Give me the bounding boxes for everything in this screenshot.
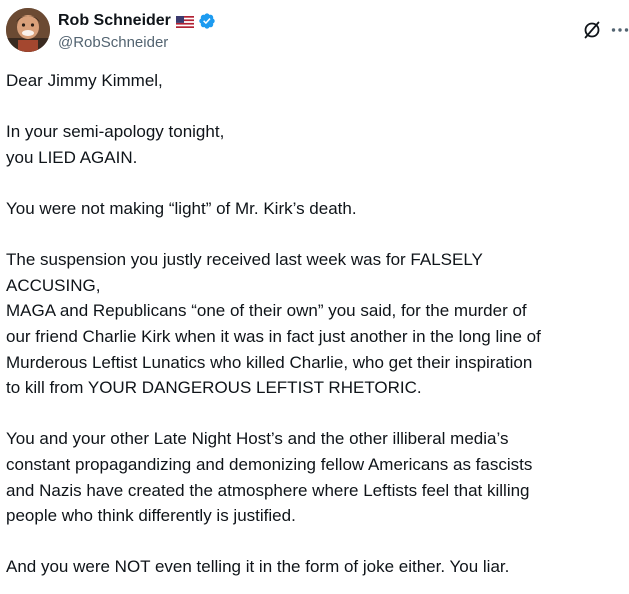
- tweet-line: And you were NOT even telling it in the …: [6, 557, 510, 577]
- verified-badge-icon[interactable]: [198, 12, 216, 30]
- tweet-line: In your semi-apology tonight,: [6, 122, 225, 142]
- more-options-icon[interactable]: [609, 19, 629, 41]
- avatar[interactable]: [6, 8, 50, 52]
- avatar-image: [6, 8, 50, 52]
- tweet-line: ACCUSING,: [6, 275, 101, 295]
- tweet-line: Murderous Leftist Lunatics who killed Ch…: [6, 352, 533, 372]
- tweet-text: Dear Jimmy Kimmel, In your semi-apology …: [6, 68, 624, 580]
- tweet-line: and Nazis have created the atmosphere wh…: [6, 480, 530, 500]
- tweet-line: You and your other Late Night Host’s and…: [6, 429, 509, 449]
- author-handle[interactable]: @RobSchneider: [58, 34, 216, 51]
- tweet-line: You were not making “light” of Mr. Kirk’…: [6, 198, 357, 218]
- tweet-line: our friend Charlie Kirk when it was in f…: [6, 326, 541, 346]
- tweet-line: The suspension you justly received last …: [6, 250, 483, 270]
- us-flag-icon: [175, 15, 194, 28]
- author-display-name[interactable]: Rob Schneider: [58, 12, 171, 30]
- tweet-line: you LIED AGAIN.: [6, 147, 138, 167]
- tweet-line: Dear Jimmy Kimmel,: [6, 71, 163, 90]
- tweet-line: people who think differently is justifie…: [6, 506, 296, 526]
- tweet-line: MAGA and Republicans “one of their own” …: [6, 301, 527, 321]
- tweet-line: to kill from YOUR DANGEROUS LEFTIST RHET…: [6, 378, 422, 398]
- author-info: Rob Schneider @RobSchneider: [58, 11, 216, 51]
- tweet-line: constant propagandizing and demonizing f…: [6, 454, 533, 474]
- grok-icon[interactable]: [581, 19, 603, 41]
- tweet-header: Rob Schneider @RobSchneider: [6, 8, 629, 56]
- author-name-row: Rob Schneider: [58, 11, 216, 31]
